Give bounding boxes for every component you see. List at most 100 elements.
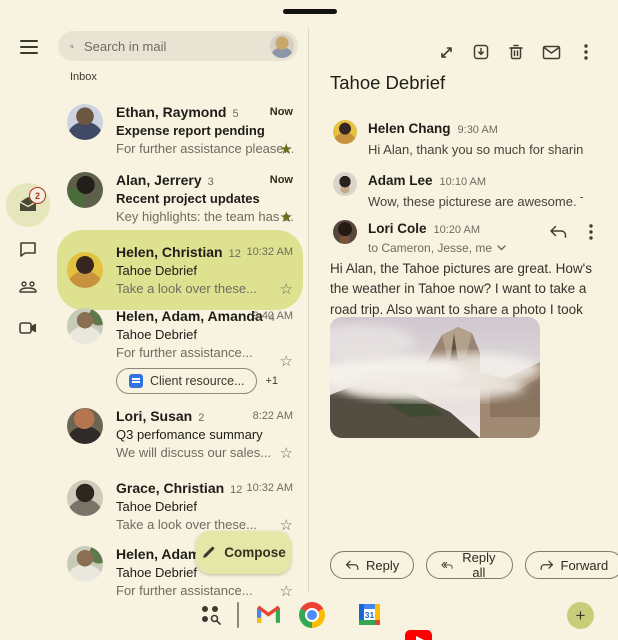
star-icon[interactable]: ☆ bbox=[280, 280, 293, 298]
email-subject: Tahoe Debrief bbox=[116, 263, 293, 278]
pencil-icon bbox=[201, 545, 216, 560]
forward-icon bbox=[540, 560, 554, 571]
forward-label: Forward bbox=[561, 558, 609, 573]
message-sender: Adam Lee bbox=[368, 173, 433, 188]
sender-avatar bbox=[67, 480, 103, 516]
chevron-down-icon[interactable] bbox=[497, 245, 506, 251]
menu-hamburger-icon[interactable] bbox=[20, 40, 38, 54]
compose-button[interactable]: Compose bbox=[196, 531, 291, 574]
email-subject: Tahoe Debrief bbox=[116, 327, 293, 342]
star-icon[interactable]: ☆ bbox=[280, 444, 293, 462]
email-snippet: We will discuss our sales... bbox=[116, 445, 293, 460]
email-snippet: For further assistance please... bbox=[116, 141, 293, 156]
account-avatar[interactable] bbox=[270, 34, 294, 58]
message-time: 10:20 AM bbox=[434, 224, 480, 236]
sender-avatar bbox=[333, 220, 357, 244]
gmail-icon[interactable] bbox=[256, 605, 281, 629]
expand-icon[interactable] bbox=[436, 42, 456, 62]
rail-item-mail[interactable]: 2 bbox=[6, 183, 50, 227]
message-recipients: to Cameron, Jesse, me bbox=[368, 241, 492, 255]
archive-icon[interactable] bbox=[471, 42, 491, 62]
email-subject: Expense report pending bbox=[116, 123, 293, 138]
search-icon bbox=[70, 39, 74, 54]
delete-icon[interactable] bbox=[506, 42, 526, 62]
sender-avatar bbox=[67, 172, 103, 208]
reply-all-icon bbox=[441, 560, 453, 571]
mark-unread-icon[interactable] bbox=[541, 42, 561, 62]
yosemite-photo-attachment[interactable] bbox=[330, 317, 540, 438]
email-row-grace-christian[interactable]: Grace, Christian12 10:32 AM Tahoe Debrie… bbox=[57, 472, 303, 540]
message-sender: Lori Cole bbox=[368, 221, 427, 236]
taskbar: 31 + bbox=[0, 592, 618, 640]
reply-icon bbox=[345, 560, 359, 571]
email-time: 8:22 AM bbox=[253, 410, 293, 422]
sender-avatar bbox=[67, 408, 103, 444]
thread-count: 3 bbox=[208, 176, 214, 188]
email-row-ethan-raymond[interactable]: Ethan, Raymond5 Now Expense report pendi… bbox=[57, 96, 303, 164]
chat-icon bbox=[18, 239, 38, 259]
rail-item-meet[interactable] bbox=[6, 306, 50, 350]
message-adam-lee[interactable]: Adam Lee 10:10 AM Wow, these picturese ar… bbox=[333, 172, 595, 209]
reply-all-button[interactable]: Reply all bbox=[426, 551, 512, 579]
inbox-section-label: Inbox bbox=[70, 71, 97, 83]
sender-avatar bbox=[67, 308, 103, 344]
reply-label: Reply bbox=[366, 558, 399, 573]
sender-avatar bbox=[333, 172, 357, 196]
gmail-tablet-screen: 2 Inbox Ethan, Raymond5 Now bbox=[0, 0, 618, 640]
attachment-label: Client resource... bbox=[150, 374, 244, 388]
star-icon[interactable]: ★ bbox=[280, 208, 293, 226]
email-time: Now bbox=[270, 174, 293, 186]
email-row-helen-adam-amanda[interactable]: Helen, Adam, Amanda4 9:40 AM Tahoe Debri… bbox=[57, 300, 303, 402]
reply-icon[interactable] bbox=[549, 225, 567, 239]
message-snippet: Wow, these picturese are awesome. T... bbox=[368, 194, 583, 209]
more-icon[interactable] bbox=[576, 42, 596, 62]
message-time: 9:30 AM bbox=[458, 124, 498, 136]
email-row-lori-susan[interactable]: Lori, Susan2 8:22 AM Q3 perfomance summa… bbox=[57, 400, 303, 468]
thread-count: 12 bbox=[229, 248, 241, 260]
sender-name: Helen, Adam, Amanda bbox=[116, 308, 263, 324]
email-subject: Recent project updates bbox=[116, 191, 293, 206]
rail-item-spaces[interactable] bbox=[6, 265, 50, 309]
thread-count: 2 bbox=[198, 412, 204, 424]
email-row-helen-christian-selected[interactable]: Helen, Christian12 10:32 AM Tahoe Debrie… bbox=[57, 230, 303, 310]
thread-count: 5 bbox=[232, 108, 238, 120]
star-icon[interactable]: ★ bbox=[280, 140, 293, 158]
star-icon[interactable]: ☆ bbox=[280, 352, 293, 370]
email-row-alan-jerrery[interactable]: Alan, Jerrery 3 Now Recent project update… bbox=[57, 164, 303, 232]
more-icon[interactable] bbox=[589, 224, 593, 240]
youtube-icon[interactable] bbox=[405, 630, 432, 640]
search-input[interactable] bbox=[82, 38, 262, 55]
camera-notch-bar bbox=[283, 9, 337, 14]
email-time: 10:32 AM bbox=[247, 482, 293, 494]
email-snippet: For further assistance... bbox=[116, 345, 293, 360]
message-time: 10:10 AM bbox=[440, 176, 486, 188]
email-snippet: Take a look over these... bbox=[116, 281, 293, 296]
sender-name: Alan, Jerrery bbox=[116, 172, 202, 188]
sender-avatar bbox=[67, 104, 103, 140]
attachment-chip[interactable]: Client resource... bbox=[116, 368, 257, 394]
plus-button[interactable]: + bbox=[567, 602, 594, 629]
forward-button[interactable]: Forward bbox=[525, 551, 618, 579]
video-meet-icon bbox=[17, 317, 39, 339]
message-snippet: Hi Alan, thank you so much for sharin... bbox=[368, 142, 583, 157]
sender-avatar bbox=[67, 546, 103, 582]
message-helen-chang[interactable]: Helen Chang 9:30 AM Hi Alan, thank you so… bbox=[333, 120, 595, 157]
svg-text:31: 31 bbox=[365, 610, 375, 620]
calendar-icon[interactable]: 31 bbox=[358, 603, 381, 631]
chrome-icon[interactable] bbox=[299, 602, 325, 628]
reply-button[interactable]: Reply bbox=[330, 551, 414, 579]
email-subject: Tahoe Debrief bbox=[116, 499, 293, 514]
message-sender: Helen Chang bbox=[368, 121, 451, 136]
app-search-icon[interactable] bbox=[198, 602, 222, 631]
sender-avatar bbox=[333, 120, 357, 144]
attachment-extra-count: +1 bbox=[265, 375, 278, 387]
email-snippet: Take a look over these... bbox=[116, 517, 293, 532]
unread-badge: 2 bbox=[29, 187, 46, 204]
sender-name: Lori, Susan bbox=[116, 408, 192, 424]
thread-count: 12 bbox=[230, 484, 242, 496]
email-snippet: Key highlights: the team has a... bbox=[116, 209, 293, 224]
document-icon bbox=[129, 374, 143, 388]
conversation-title: Tahoe Debrief bbox=[330, 72, 445, 94]
search-bar[interactable] bbox=[58, 31, 298, 61]
message-lori-cole[interactable]: Lori Cole 10:20 AM to Cameron, Jesse, me bbox=[333, 220, 533, 255]
